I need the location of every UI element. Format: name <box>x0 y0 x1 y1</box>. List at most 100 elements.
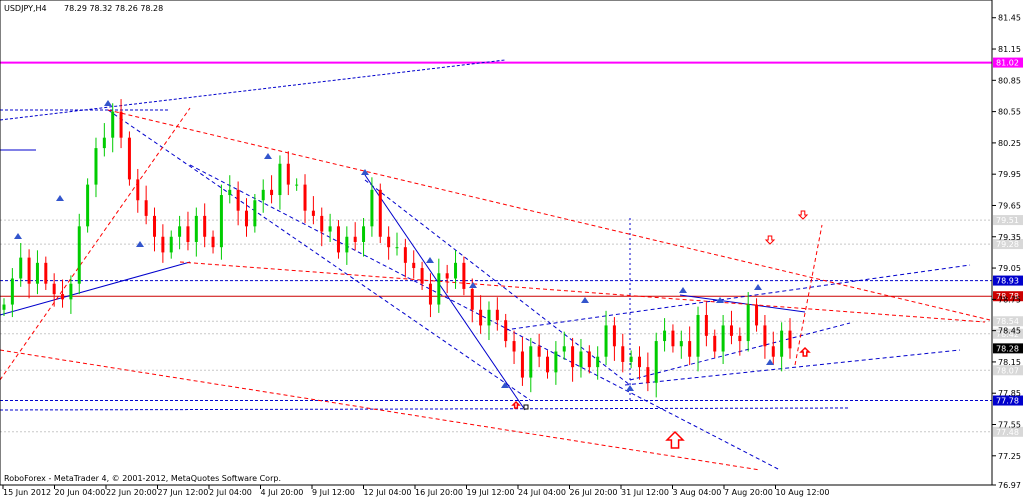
candle-body <box>362 226 366 242</box>
candle-body <box>403 247 407 263</box>
candle-body <box>738 335 742 342</box>
candle-body <box>111 111 115 138</box>
chart-window[interactable]: 81.02 79.51 79.28 78.93 78.78 78.54 78.42 78.28… <box>0 0 1024 497</box>
candle-body <box>729 325 733 336</box>
candle-body <box>771 346 775 357</box>
x-tick-label: 7 Aug 20:00 <box>724 488 773 497</box>
candle-body <box>671 330 675 347</box>
candle-body <box>596 356 600 368</box>
anchor-marker <box>523 404 529 410</box>
candle <box>378 183 382 244</box>
candle-body <box>780 330 784 357</box>
price-chart[interactable]: 81.0279.5179.2878.9378.7878.5478.4278.28… <box>0 0 1024 497</box>
y-tick-label: 79.35 <box>998 233 1021 242</box>
candle-body <box>270 189 274 196</box>
candle-body <box>286 163 290 185</box>
y-tick-label: 77.85 <box>998 389 1021 398</box>
candle-body <box>546 356 550 373</box>
candle-body <box>153 215 157 237</box>
candle-body <box>704 314 708 336</box>
candle-body <box>10 278 14 305</box>
candle-body <box>311 210 315 216</box>
x-tick-label: 19 Jul 12:00 <box>467 488 515 497</box>
candle-body <box>395 247 399 249</box>
ohlc-readout: 78.29 78.32 78.26 78.28 <box>64 4 163 13</box>
candle-body <box>621 346 625 362</box>
candle-body <box>345 236 349 253</box>
candle-body <box>529 346 533 378</box>
candle-body <box>462 262 466 289</box>
candle <box>86 178 90 233</box>
y-tick-label: 79.05 <box>998 264 1021 273</box>
candle-body <box>69 283 73 300</box>
y-tick-label: 77.55 <box>998 421 1021 430</box>
candle-body <box>571 346 575 368</box>
x-tick-label: 24 Jul 04:00 <box>518 488 566 497</box>
candle-body <box>562 346 566 352</box>
x-tick-label: 9 Jul 12:00 <box>312 488 355 497</box>
candle-body <box>211 236 215 248</box>
x-tick-label: 15 Jun 2012 <box>3 488 51 497</box>
candle-body <box>161 236 165 253</box>
candle-body <box>169 236 173 253</box>
candle-body <box>253 200 257 227</box>
candle-body <box>295 184 299 186</box>
candle-body <box>445 273 449 279</box>
candle-body <box>604 325 608 357</box>
candle-body <box>119 111 123 138</box>
candle-body <box>261 189 265 201</box>
candle-body <box>688 341 692 357</box>
y-tick-label: 79.95 <box>998 170 1021 179</box>
candle-body <box>44 262 48 284</box>
price-level-label: 78.93 <box>996 277 1019 286</box>
y-tick-label: 78.45 <box>998 327 1021 336</box>
x-tick-label: 12 Jul 04:00 <box>364 488 412 497</box>
candle-body <box>186 226 190 242</box>
y-tick-label: 80.25 <box>998 139 1021 148</box>
candle-body <box>537 346 541 357</box>
candle-body <box>637 356 641 368</box>
candle-body <box>278 163 282 196</box>
candle-body <box>136 179 140 201</box>
x-tick-label: 2 Jul 04:00 <box>209 488 252 497</box>
y-tick-label: 80.55 <box>998 108 1021 117</box>
candle-body <box>328 226 332 232</box>
x-tick-label: 22 Jun 20:00 <box>106 488 157 497</box>
candle-body <box>77 226 81 284</box>
candle-body <box>86 184 90 227</box>
candle-body <box>746 304 750 342</box>
candle-body <box>19 257 23 279</box>
candle-body <box>654 341 658 383</box>
candle-body <box>370 189 374 227</box>
y-tick-label: 80.85 <box>998 76 1021 85</box>
candle-body <box>61 294 65 300</box>
price-level-label: 78.28 <box>996 344 1019 353</box>
candle-body <box>320 215 324 232</box>
candle-body <box>178 226 182 237</box>
price-level-label: 78.54 <box>996 317 1019 326</box>
y-tick-label: 78.75 <box>998 295 1021 304</box>
candle-body <box>487 309 491 326</box>
x-tick-label: 31 Jul 12:00 <box>621 488 669 497</box>
candle-body <box>679 341 683 347</box>
candle-body <box>127 137 131 180</box>
candle-body <box>378 189 382 237</box>
candle-body <box>755 304 759 326</box>
candle-body <box>236 189 240 211</box>
candle-body <box>102 137 106 149</box>
candle-body <box>194 215 198 242</box>
candle <box>127 131 131 186</box>
candle-body <box>336 226 340 253</box>
y-tick-label: 77.25 <box>998 452 1021 461</box>
candle-body <box>303 184 307 211</box>
candle-body <box>428 283 432 305</box>
candle-body <box>696 314 700 357</box>
candle-body <box>244 210 248 227</box>
candle-body <box>579 351 583 368</box>
candle-body <box>612 325 616 347</box>
chart-title: USDJPY,H4 <box>4 4 47 13</box>
y-tick-label: 76.97 <box>998 481 1021 490</box>
candle-body <box>228 189 232 196</box>
x-tick-label: 10 Aug 12:00 <box>776 488 830 497</box>
candle-body <box>721 325 725 352</box>
